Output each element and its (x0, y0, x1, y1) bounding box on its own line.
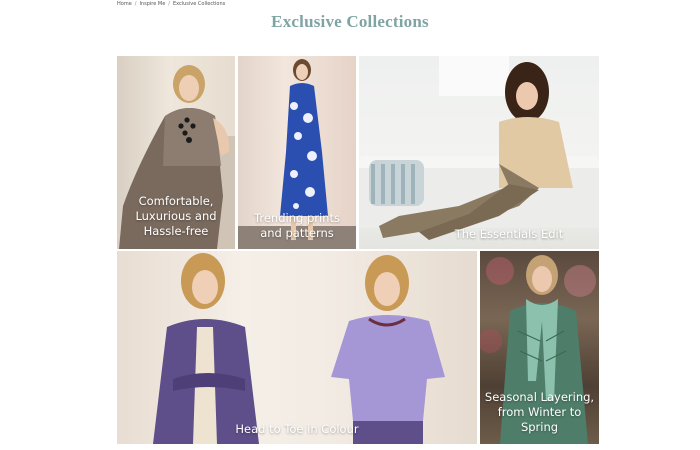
tile-caption: Comfortable, Luxurious and Hassle-free (135, 194, 217, 239)
collection-tile-head-to-toe[interactable]: Head to Toe in Colour (117, 251, 477, 444)
model-photo (359, 56, 599, 240)
breadcrumb-inspire-me-link[interactable]: Inspire Me (139, 1, 165, 7)
collection-tile-seasonal-layering[interactable]: Seasonal Layering, from Winter to Spring (480, 251, 599, 444)
breadcrumb-separator: / (168, 1, 170, 7)
breadcrumb-separator: / (134, 1, 137, 7)
breadcrumb: Home / Inspire Me / Exclusive Collection… (117, 1, 225, 7)
collection-tile-trending-prints[interactable]: Trending prints and patterns (238, 56, 356, 249)
breadcrumb-current: Exclusive Collections (172, 1, 226, 7)
collection-tile-comfortable[interactable]: Comfortable, Luxurious and Hassle-free (117, 56, 235, 249)
collection-tile-essentials-edit[interactable]: The Essentials Edit (359, 56, 599, 249)
page-title: Exclusive Collections (271, 12, 429, 31)
tile-caption: Seasonal Layering, from Winter to Spring (484, 390, 595, 435)
tile-caption: Head to Toe in Colour (235, 422, 359, 436)
breadcrumb-home-link[interactable]: Home (117, 1, 132, 7)
tile-caption: Trending prints and patterns (254, 211, 340, 241)
tile-caption: The Essentials Edit (454, 227, 564, 241)
model-photo (153, 253, 445, 444)
